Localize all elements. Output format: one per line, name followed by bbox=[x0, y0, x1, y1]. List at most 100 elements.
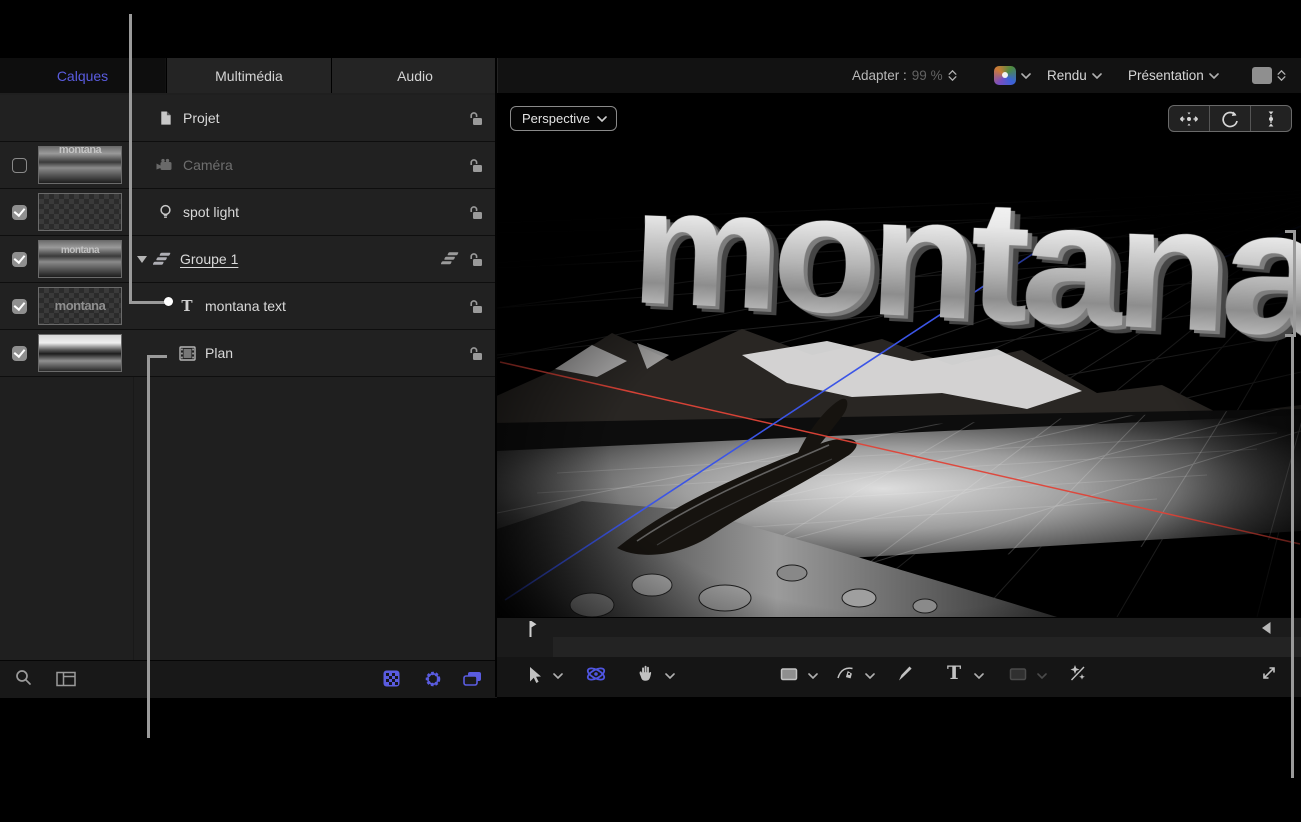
layer-thumbnail[interactable]: montana bbox=[38, 146, 122, 184]
documentation-figure: Calques Multimédia Audio Adapter : 99 % … bbox=[0, 0, 1301, 822]
pen-icon bbox=[837, 665, 854, 682]
select-tool-menu[interactable] bbox=[553, 673, 563, 679]
color-channels-icon bbox=[994, 66, 1016, 85]
layer-thumbnail[interactable] bbox=[38, 193, 122, 231]
layer-name[interactable]: spot light bbox=[183, 204, 239, 220]
pan-view-button[interactable] bbox=[1169, 106, 1209, 131]
layers-view-icon[interactable] bbox=[463, 671, 482, 691]
expand-arrows-icon bbox=[1260, 664, 1278, 682]
chevron-down-icon bbox=[1037, 673, 1047, 679]
select-transform-tool[interactable] bbox=[527, 666, 543, 684]
gear-icon[interactable] bbox=[424, 670, 442, 693]
visibility-checkbox[interactable] bbox=[12, 205, 27, 220]
thumbnail-text: montana bbox=[39, 298, 121, 313]
layer-thumbnail[interactable]: montana bbox=[38, 287, 122, 325]
layer-name[interactable]: Plan bbox=[205, 345, 233, 361]
layer-thumbnail[interactable]: montana bbox=[38, 240, 122, 278]
hand-tool-menu[interactable] bbox=[665, 673, 675, 679]
hand-icon bbox=[637, 664, 654, 682]
dolly-view-button[interactable] bbox=[1250, 106, 1291, 131]
expand-view-button[interactable] bbox=[1260, 664, 1278, 682]
checkerboard-icon[interactable] bbox=[383, 670, 400, 692]
callout-line-text-layer-horizontal bbox=[129, 301, 166, 304]
mini-timeline[interactable] bbox=[497, 637, 1301, 658]
bezier-pen-tool[interactable] bbox=[837, 665, 854, 682]
channels-menu[interactable] bbox=[994, 58, 1031, 93]
adjust-item-tool[interactable] bbox=[1069, 664, 1087, 682]
transform-3d-tool[interactable] bbox=[585, 664, 607, 684]
tab-multimedia-label: Multimédia bbox=[215, 68, 283, 84]
shape-rectangle-tool[interactable] bbox=[780, 666, 798, 682]
new-group-icon[interactable] bbox=[56, 671, 76, 692]
tab-calques[interactable]: Calques bbox=[0, 58, 165, 93]
layer-row-spot-light[interactable]: spot light bbox=[0, 189, 497, 236]
layer-name[interactable]: Projet bbox=[183, 110, 220, 126]
lock-open-icon[interactable] bbox=[468, 111, 484, 129]
layer-row-groupe-1[interactable]: montana Groupe 1 bbox=[0, 236, 497, 283]
lock-open-icon[interactable] bbox=[468, 252, 484, 270]
pan-zoom-hand-tool[interactable] bbox=[637, 664, 654, 682]
visibility-checkbox[interactable] bbox=[12, 346, 27, 361]
layer-name[interactable]: Caméra bbox=[183, 157, 233, 173]
mask-tool-menu[interactable] bbox=[1037, 673, 1047, 679]
text-tool-menu[interactable] bbox=[974, 673, 984, 679]
layer-name[interactable]: Groupe 1 bbox=[180, 251, 238, 267]
orbit-view-icon bbox=[1220, 110, 1240, 128]
view-menu-label: Présentation bbox=[1128, 68, 1204, 83]
thumbnail-photo bbox=[39, 335, 121, 371]
layer-row-projet[interactable]: Projet bbox=[0, 95, 497, 142]
layers-list: Projet montana Caméra bbox=[0, 95, 497, 377]
render-menu[interactable]: Rendu bbox=[1047, 58, 1102, 93]
lock-open-icon[interactable] bbox=[468, 158, 484, 176]
canvas-3d-view[interactable]: montana montana montana Perspective bbox=[497, 93, 1301, 617]
visibility-checkbox[interactable] bbox=[12, 252, 27, 267]
search-icon[interactable] bbox=[15, 669, 32, 691]
layer-row-plan[interactable]: Plan bbox=[0, 330, 497, 377]
disclosure-triangle-icon[interactable] bbox=[137, 256, 147, 263]
tab-audio[interactable]: Audio bbox=[331, 58, 498, 93]
tab-audio-label: Audio bbox=[397, 68, 433, 84]
text-icon: T bbox=[178, 297, 196, 315]
visibility-checkbox[interactable] bbox=[12, 158, 27, 173]
layer-row-camera[interactable]: montana Caméra bbox=[0, 142, 497, 189]
pan-view-icon bbox=[1178, 111, 1200, 127]
cursor-arrow-icon bbox=[527, 666, 543, 684]
chevron-down-icon bbox=[665, 673, 675, 679]
sparkle-icon bbox=[1069, 664, 1087, 682]
shape-tool-menu[interactable] bbox=[808, 673, 818, 679]
camera-menu-label: Perspective bbox=[522, 111, 590, 126]
mask-rectangle-tool[interactable] bbox=[1009, 666, 1027, 682]
chevron-down-icon bbox=[597, 116, 607, 122]
zoom-control[interactable]: Adapter : 99 % bbox=[852, 58, 957, 93]
layer-thumbnail[interactable] bbox=[38, 334, 122, 372]
window-layout-control[interactable] bbox=[1252, 58, 1286, 93]
lock-open-icon[interactable] bbox=[468, 346, 484, 364]
rectangle-icon bbox=[780, 666, 798, 682]
render-menu-label: Rendu bbox=[1047, 68, 1087, 83]
group-icon bbox=[153, 251, 171, 267]
camera-menu-button[interactable]: Perspective bbox=[510, 106, 617, 131]
chevron-down-icon bbox=[1021, 73, 1031, 79]
view-menu[interactable]: Présentation bbox=[1128, 58, 1219, 93]
layout-stepper-icon bbox=[1277, 70, 1286, 81]
paint-stroke-tool[interactable] bbox=[897, 664, 914, 682]
lock-open-icon[interactable] bbox=[468, 205, 484, 223]
callout-line-text-layer bbox=[129, 14, 132, 304]
pen-tool-menu[interactable] bbox=[865, 673, 875, 679]
view-tools-segmented-control bbox=[1168, 105, 1292, 132]
zoom-stepper-icon[interactable] bbox=[948, 70, 957, 81]
layer-row-montana-text[interactable]: montana T montana text bbox=[0, 283, 497, 330]
layer-name[interactable]: montana text bbox=[205, 298, 286, 314]
lock-open-icon[interactable] bbox=[468, 299, 484, 317]
light-icon bbox=[156, 204, 174, 220]
timeline-scrubber[interactable] bbox=[497, 617, 1301, 639]
tab-multimedia[interactable]: Multimédia bbox=[166, 58, 331, 93]
visibility-checkbox[interactable] bbox=[12, 299, 27, 314]
text-face: montana bbox=[629, 163, 1301, 364]
layers-panel: Projet montana Caméra bbox=[0, 93, 497, 697]
zoom-label: Adapter : bbox=[852, 68, 907, 83]
text-tool[interactable]: T bbox=[947, 663, 961, 683]
orbit-view-button[interactable] bbox=[1209, 106, 1250, 131]
tab-calques-label: Calques bbox=[57, 68, 108, 84]
thumbnail-text: montana bbox=[39, 146, 121, 156]
